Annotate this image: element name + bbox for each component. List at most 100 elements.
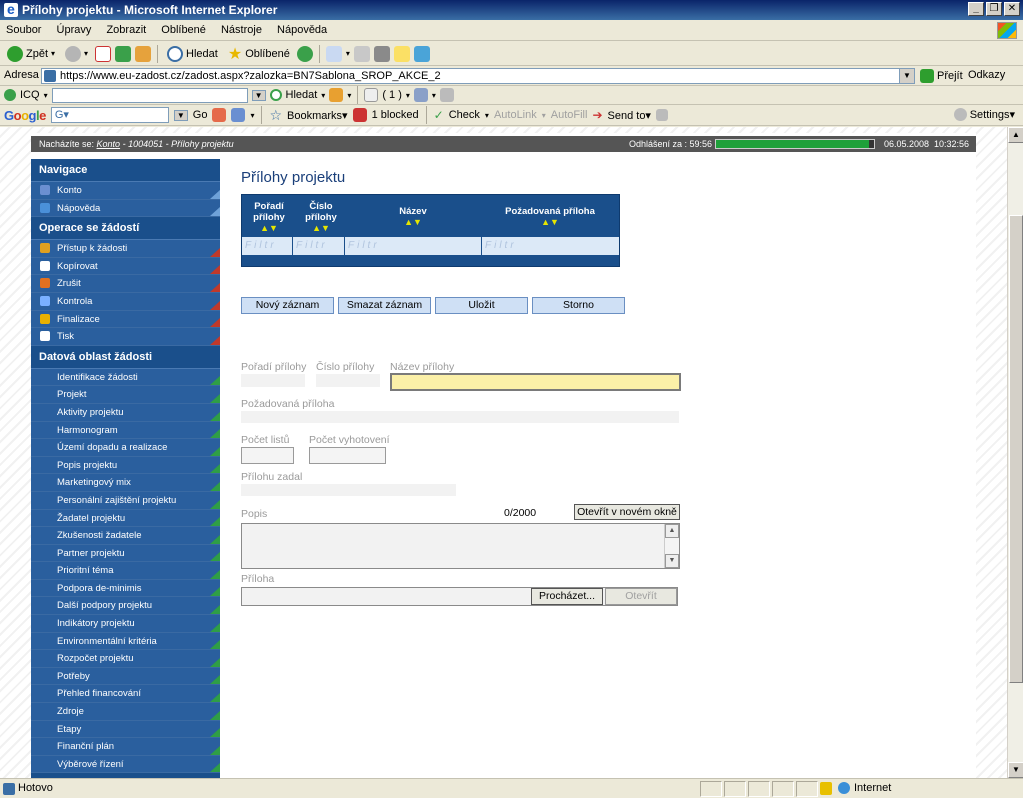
cislo-field[interactable]	[316, 374, 380, 387]
settings-button[interactable]: Settings▾	[970, 108, 1015, 121]
check-button[interactable]: Check	[449, 109, 480, 121]
go-button[interactable]: Přejít	[920, 69, 963, 83]
google-search-input[interactable]: G▾	[50, 107, 169, 123]
icq-eraser-icon[interactable]	[439, 88, 454, 102]
menu-view[interactable]: Zobrazit	[100, 20, 152, 36]
sidebar-item-data-5[interactable]: Popis projektu	[31, 456, 220, 475]
stop-icon[interactable]	[95, 45, 112, 62]
cancel-button[interactable]: Storno	[532, 297, 625, 314]
edit-icon[interactable]	[373, 45, 390, 62]
address-input[interactable]: https://www.eu-zadost.cz/zadost.aspx?zal…	[41, 68, 915, 84]
icq-message-count[interactable]: ( 1 )	[382, 89, 402, 101]
sidebar-item-data-7[interactable]: Personální zajištění projektu	[31, 491, 220, 510]
search-button[interactable]: Hledat	[164, 44, 221, 64]
sidebar-item-data-6[interactable]: Marketingový mix	[31, 474, 220, 492]
minimize-button[interactable]: _	[968, 2, 984, 16]
breadcrumb-konto-link[interactable]: Konto	[97, 139, 121, 149]
sidebar-item-data-14[interactable]: Indikátory projektu	[31, 615, 220, 633]
sidebar-item-data-15[interactable]: Environmentální kritéria	[31, 632, 220, 651]
popis-textarea[interactable]: ▲ ▼	[241, 523, 680, 569]
save-button[interactable]: Uložit	[435, 297, 528, 314]
pocet-vyhotoveni-input[interactable]	[309, 447, 386, 464]
forward-button[interactable]: ▾	[62, 44, 91, 64]
sidebar-item-data-2[interactable]: Aktivity projektu	[31, 403, 220, 422]
sort-icon[interactable]: ▲▼	[296, 223, 346, 234]
pocet-listu-input[interactable]	[241, 447, 294, 464]
scroll-down-icon[interactable]: ▼	[1008, 762, 1023, 778]
filter-cislo[interactable]: Filtr	[293, 237, 345, 255]
icq-search-button[interactable]: Hledat	[286, 89, 318, 101]
col-cislo[interactable]: Číslo přílohy ▲▼	[296, 201, 346, 234]
mail-icon[interactable]	[325, 45, 342, 62]
open-new-window-button[interactable]: Otevřít v novém okně	[574, 504, 680, 520]
sidebar-item-data-18[interactable]: Přehled financování	[31, 685, 220, 704]
sidebar-item-data-13[interactable]: Další podpory projektu	[31, 597, 220, 616]
menu-file[interactable]: Soubor	[0, 20, 47, 36]
page-scrollbar[interactable]: ▲ ▼	[1007, 127, 1023, 778]
scroll-thumb[interactable]	[1009, 215, 1023, 683]
delete-record-button[interactable]: Smazat záznam	[338, 297, 431, 314]
sort-icon[interactable]: ▲▼	[482, 217, 618, 228]
browse-button[interactable]: Procházet...	[531, 588, 603, 605]
icq-status-icon[interactable]	[329, 88, 344, 102]
messenger-icon[interactable]	[413, 45, 430, 62]
sidebar-item-data-22[interactable]: Výběrové řízení	[31, 755, 220, 774]
sidebar-item-data-8[interactable]: Žadatel projektu	[31, 509, 220, 528]
menu-favorites[interactable]: Oblíbené	[155, 20, 212, 36]
home-icon[interactable]	[135, 45, 152, 62]
sidebar-item-data-11[interactable]: Prioritní téma	[31, 562, 220, 580]
sidebar-item-data-3[interactable]: Harmonogram	[31, 421, 220, 440]
print-icon[interactable]	[353, 45, 370, 62]
sidebar-item-data-10[interactable]: Partner projektu	[31, 544, 220, 563]
close-button[interactable]: ✕	[1004, 2, 1020, 16]
icq-search-input[interactable]	[51, 87, 248, 103]
icq-label[interactable]: ICQ	[20, 89, 40, 101]
scroll-up-icon[interactable]: ▲	[665, 524, 679, 538]
bookmarks-button[interactable]: Bookmarks▾	[287, 109, 348, 122]
refresh-icon[interactable]	[115, 45, 132, 62]
menu-tools[interactable]: Nástroje	[215, 20, 268, 36]
menu-edit[interactable]: Úpravy	[51, 20, 98, 36]
popup-blocked-button[interactable]: 1 blocked	[372, 109, 419, 121]
sidebar-item-op-1[interactable]: Kopírovat	[31, 257, 220, 276]
sidebar-item-data-16[interactable]: Rozpočet projektu	[31, 650, 220, 668]
col-pozadovana[interactable]: Požadovaná příloha ▲▼	[482, 206, 618, 228]
poradi-field[interactable]	[241, 374, 305, 387]
autofill-button[interactable]: AutoFill	[551, 109, 588, 121]
sidebar-item-data-0[interactable]: Identifikace žádosti	[31, 368, 220, 387]
sidebar-item-op-2[interactable]: Zrušit	[31, 275, 220, 293]
col-poradi[interactable]: Pořadí přílohy ▲▼	[244, 201, 294, 234]
scroll-up-icon[interactable]: ▲	[1008, 127, 1023, 143]
restore-button[interactable]: ❐	[986, 2, 1002, 16]
sidebar-item-data-1[interactable]: Projekt	[31, 386, 220, 404]
pozadovana-field[interactable]	[241, 411, 679, 423]
col-nazev[interactable]: Název ▲▼	[348, 206, 478, 228]
address-dropdown[interactable]: ▼	[899, 68, 915, 84]
sort-icon[interactable]: ▲▼	[348, 217, 478, 228]
sidebar-item-nav-1[interactable]: Nápověda	[31, 199, 220, 218]
note-icon[interactable]	[393, 45, 410, 62]
scroll-down-icon[interactable]: ▼	[665, 554, 679, 568]
icq-contacts-icon[interactable]	[413, 88, 428, 102]
sidebar-item-op-0[interactable]: Přístup k žádosti	[31, 240, 220, 258]
sidebar-item-data-21[interactable]: Finanční plán	[31, 738, 220, 756]
history-icon[interactable]	[296, 45, 313, 62]
sidebar-item-data-19[interactable]: Zdroje	[31, 703, 220, 721]
sort-icon[interactable]: ▲▼	[244, 223, 294, 234]
highlight-icon[interactable]	[655, 109, 668, 121]
sidebar-item-data-20[interactable]: Etapy	[31, 720, 220, 739]
nazev-input[interactable]	[390, 373, 681, 391]
filter-pozadovana[interactable]: Filtr	[482, 237, 619, 255]
sidebar-item-data-17[interactable]: Potřeby	[31, 667, 220, 686]
sidebar-item-op-4[interactable]: Finalizace	[31, 310, 220, 329]
favorites-button[interactable]: ★ Oblíbené	[225, 44, 293, 64]
new-record-button[interactable]: Nový záznam	[241, 297, 334, 314]
send-to-button[interactable]: Send to▾	[608, 109, 651, 122]
news-icon[interactable]	[231, 108, 246, 122]
back-button[interactable]: Zpět ▾	[4, 44, 58, 64]
sidebar-item-nav-0[interactable]: Konto	[31, 182, 220, 200]
menu-help[interactable]: Nápověda	[271, 20, 333, 36]
autolink-button[interactable]: AutoLink	[494, 109, 537, 121]
filter-nazev[interactable]: Filtr	[345, 237, 482, 255]
sidebar-item-data-9[interactable]: Zkušenosti žadatele	[31, 527, 220, 545]
